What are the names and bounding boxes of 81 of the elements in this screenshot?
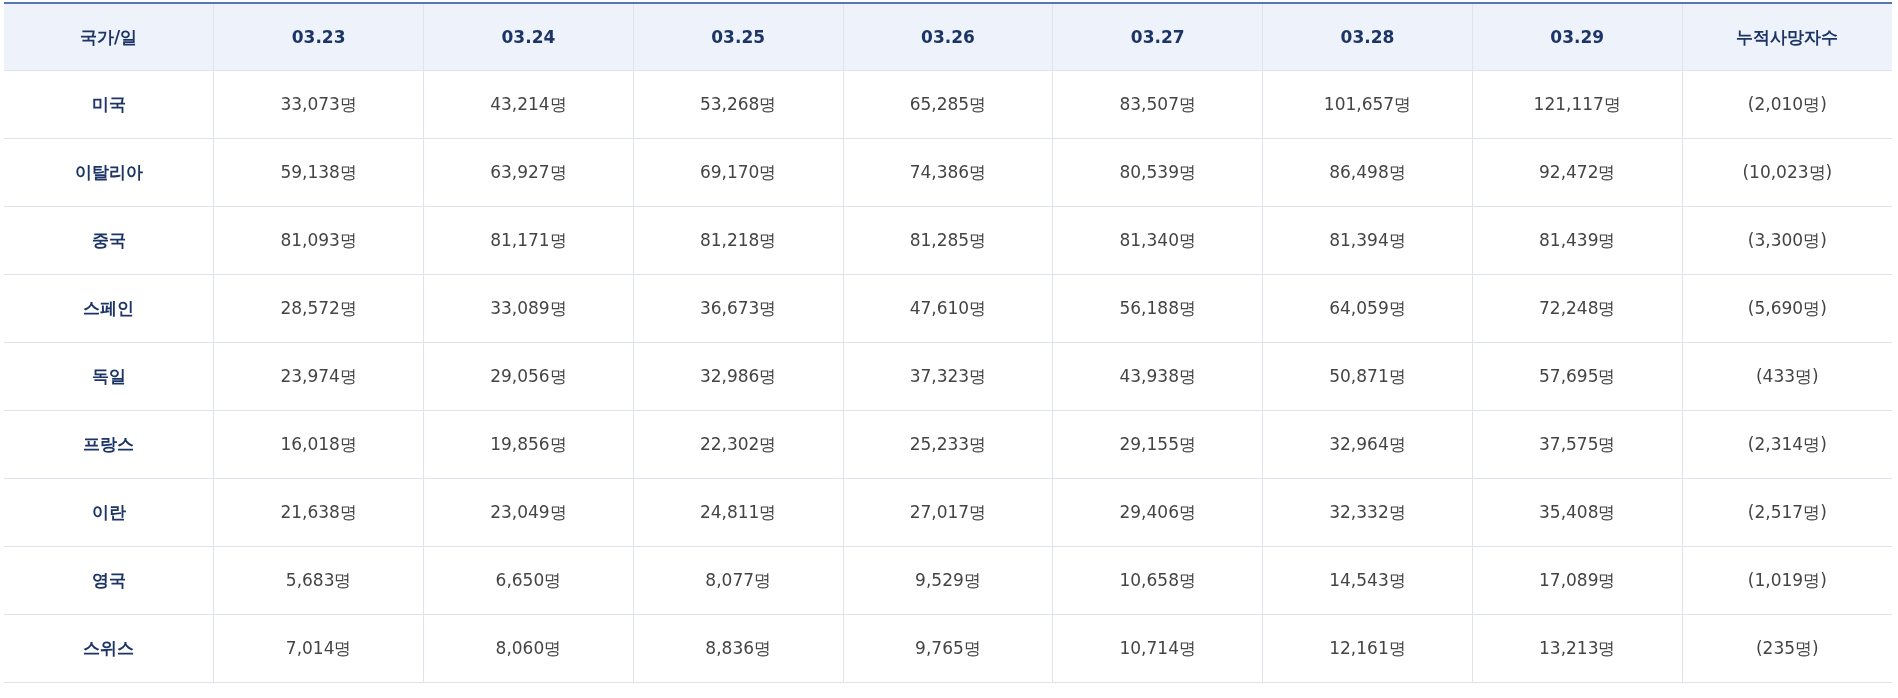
table-cell: 9,765명: [843, 614, 1053, 683]
table-cell: 23,974명: [213, 342, 424, 411]
table-cell: 65,285명: [843, 70, 1053, 139]
table-cell: 8,836명: [633, 614, 844, 683]
country-cell: 독일: [4, 342, 214, 411]
column-header: 누적사망자수: [1682, 3, 1892, 71]
table-cell: 29,155명: [1052, 410, 1263, 479]
table-cell: 17,089명: [1472, 546, 1683, 615]
table-cell: 81,093명: [213, 206, 424, 275]
country-cell: 미국: [4, 70, 214, 139]
table-cell: 6,650명: [423, 546, 634, 615]
table-cell: 8,060명: [423, 614, 634, 683]
table-cell: 69,170명: [633, 138, 844, 207]
table-cell: 47,610명: [843, 274, 1053, 343]
country-cell: 중국: [4, 206, 214, 275]
table-cell: 8,077명: [633, 546, 844, 615]
table-cell: 29,406명: [1052, 478, 1263, 547]
table-cell: 19,856명: [423, 410, 634, 479]
column-header: 03.25: [633, 3, 844, 71]
column-header: 03.28: [1262, 3, 1473, 71]
table-cell: 32,986명: [633, 342, 844, 411]
table-cell: 36,673명: [633, 274, 844, 343]
table-cell: 63,927명: [423, 138, 634, 207]
table-cell: 16,018명: [213, 410, 424, 479]
table-cell: 43,214명: [423, 70, 634, 139]
country-cell: 스위스: [4, 614, 214, 683]
table-cell: 35,408명: [1472, 478, 1683, 547]
table-cell: 37,323명: [843, 342, 1053, 411]
table-cell: 80,539명: [1052, 138, 1263, 207]
table-cell: 81,218명: [633, 206, 844, 275]
table-cell: 25,233명: [843, 410, 1053, 479]
table-cell: 10,658명: [1052, 546, 1263, 615]
table-cell: 27,017명: [843, 478, 1053, 547]
table-cell: 33,073명: [213, 70, 424, 139]
column-header: 국가/일: [4, 3, 214, 71]
country-cell: 스페인: [4, 274, 214, 343]
table-cell: 64,059명: [1262, 274, 1473, 343]
table-cell: 29,056명: [423, 342, 634, 411]
table-cell: 81,439명: [1472, 206, 1683, 275]
table-cell: 28,572명: [213, 274, 424, 343]
table-cell: 7,014명: [213, 614, 424, 683]
table-cell: 57,695명: [1472, 342, 1683, 411]
country-cell: 이란: [4, 478, 214, 547]
country-cell: 이탈리아: [4, 138, 214, 207]
country-cell: 프랑스: [4, 410, 214, 479]
table-cell: 50,871명: [1262, 342, 1473, 411]
table-cell: 21,638명: [213, 478, 424, 547]
table-cell: 22,302명: [633, 410, 844, 479]
table-cell: 33,089명: [423, 274, 634, 343]
table-cell: 72,248명: [1472, 274, 1683, 343]
table-cell: 5,683명: [213, 546, 424, 615]
table-cell: 32,332명: [1262, 478, 1473, 547]
table-cell: 37,575명: [1472, 410, 1683, 479]
table-cell: 74,386명: [843, 138, 1053, 207]
column-header: 03.29: [1472, 3, 1683, 71]
table-cell: 92,472명: [1472, 138, 1683, 207]
table-cell: 83,507명: [1052, 70, 1263, 139]
table-cell: 24,811명: [633, 478, 844, 547]
table-cell: 101,657명: [1262, 70, 1473, 139]
table-cell: 81,285명: [843, 206, 1053, 275]
table-cell: 13,213명: [1472, 614, 1683, 683]
column-header: 03.26: [843, 3, 1053, 71]
table-cell: 12,161명: [1262, 614, 1473, 683]
table-cell: 81,394명: [1262, 206, 1473, 275]
table-cell: 14,543명: [1262, 546, 1473, 615]
table-cell: 32,964명: [1262, 410, 1473, 479]
table-cell: 10,714명: [1052, 614, 1263, 683]
table-cell: 59,138명: [213, 138, 424, 207]
column-header: 03.27: [1052, 3, 1263, 71]
table-cell: 121,117명: [1472, 70, 1683, 139]
table-cell: 81,340명: [1052, 206, 1263, 275]
table-cell: 56,188명: [1052, 274, 1263, 343]
column-header: 03.23: [213, 3, 424, 71]
table-cell: 9,529명: [843, 546, 1053, 615]
table-cell: 23,049명: [423, 478, 634, 547]
table-cell: 53,268명: [633, 70, 844, 139]
country-cell: 영국: [4, 546, 214, 615]
column-header: 03.24: [423, 3, 634, 71]
table-cell: 86,498명: [1262, 138, 1473, 207]
table-cell: 81,171명: [423, 206, 634, 275]
table-cell: 43,938명: [1052, 342, 1263, 411]
